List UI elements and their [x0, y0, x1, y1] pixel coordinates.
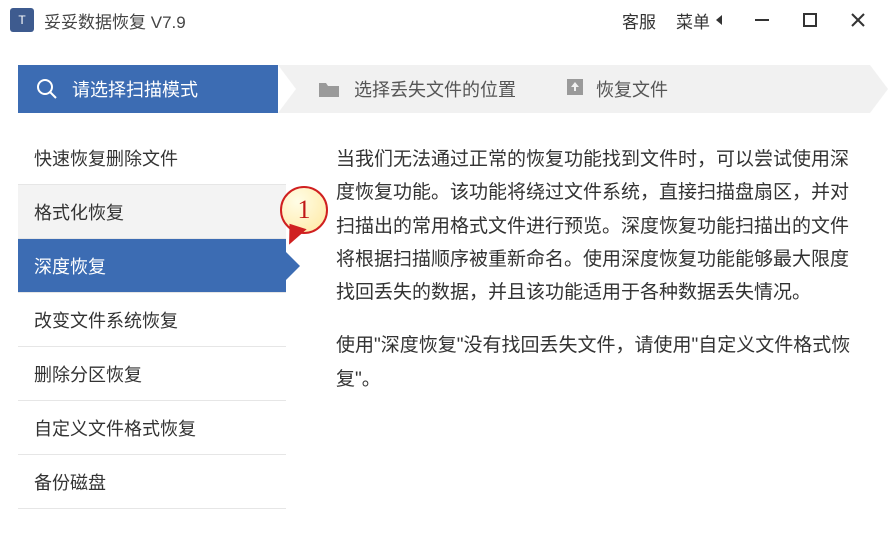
- customer-service-button[interactable]: 客服: [622, 8, 656, 33]
- sidebar-item-quick-recover[interactable]: 快速恢复删除文件: [18, 131, 286, 185]
- description-paragraph-2: 使用"深度恢复"没有找回丢失文件，请使用"自定义文件格式恢复"。: [336, 329, 860, 396]
- sidebar-item-label: 备份磁盘: [34, 469, 106, 495]
- sidebar-item-custom-format-recover[interactable]: 自定义文件格式恢复: [18, 401, 286, 455]
- app-title: 妥妥数据恢复 V7.9: [44, 8, 186, 33]
- callout-number: 1: [298, 187, 311, 233]
- sidebar-item-deep-recover[interactable]: 深度恢复: [18, 239, 286, 293]
- callout-badge: 1: [280, 186, 328, 234]
- step-bar: 请选择扫描模式 选择丢失文件的位置 恢复文件: [0, 40, 888, 131]
- sidebar-item-label: 格式化恢复: [34, 199, 124, 225]
- content-panel: 1 当我们无法通过正常的恢复功能找到文件时，可以尝试使用深度恢复功能。该功能将绕…: [286, 131, 870, 509]
- close-button[interactable]: [838, 0, 878, 40]
- step-label: 请选择扫描模式: [72, 76, 198, 102]
- sidebar: 快速恢复删除文件 格式化恢复 深度恢复 改变文件系统恢复 删除分区恢复 自定义文…: [18, 131, 286, 509]
- minimize-button[interactable]: [742, 0, 782, 40]
- upload-icon: [566, 78, 584, 101]
- menu-button[interactable]: 菜单: [676, 8, 724, 33]
- step-label: 选择丢失文件的位置: [354, 76, 516, 102]
- search-icon: [36, 78, 58, 100]
- sidebar-item-label: 深度恢复: [34, 253, 106, 279]
- sidebar-item-label: 快速恢复删除文件: [34, 145, 178, 171]
- sidebar-item-backup-disk[interactable]: 备份磁盘: [18, 455, 286, 509]
- main: 快速恢复删除文件 格式化恢复 深度恢复 改变文件系统恢复 删除分区恢复 自定义文…: [0, 131, 888, 509]
- sidebar-item-format-recover[interactable]: 格式化恢复: [18, 185, 286, 239]
- triangle-left-icon: [714, 14, 724, 26]
- description-paragraph-1: 当我们无法通过正常的恢复功能找到文件时，可以尝试使用深度恢复功能。该功能将绕过文…: [336, 143, 860, 309]
- sidebar-item-label: 改变文件系统恢复: [34, 307, 178, 333]
- sidebar-item-partition-recover[interactable]: 删除分区恢复: [18, 347, 286, 401]
- sidebar-item-label: 删除分区恢复: [34, 361, 142, 387]
- step-select-location[interactable]: 选择丢失文件的位置 恢复文件: [278, 65, 870, 113]
- app-logo-icon: T: [10, 8, 34, 32]
- step-label: 恢复文件: [596, 76, 668, 102]
- titlebar: T 妥妥数据恢复 V7.9 客服 菜单: [0, 0, 888, 40]
- sidebar-item-fs-change-recover[interactable]: 改变文件系统恢复: [18, 293, 286, 347]
- folder-icon: [318, 80, 340, 98]
- sidebar-item-label: 自定义文件格式恢复: [34, 415, 196, 441]
- step-select-mode[interactable]: 请选择扫描模式: [18, 65, 278, 113]
- maximize-button[interactable]: [790, 0, 830, 40]
